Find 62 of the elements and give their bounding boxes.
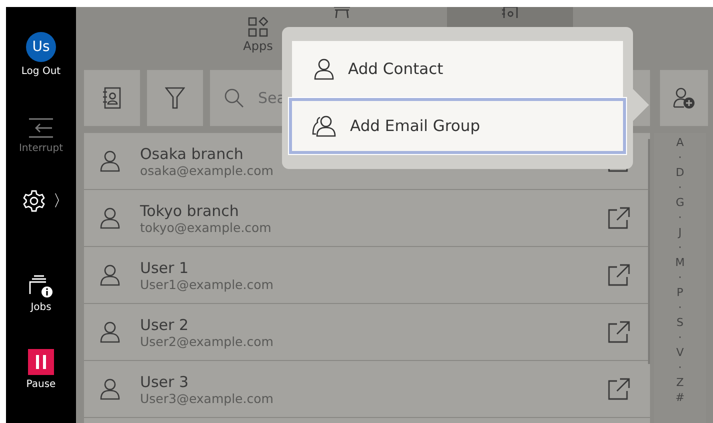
index-letter[interactable]: S	[676, 315, 684, 330]
interrupt-icon[interactable]	[28, 117, 54, 139]
contact-email: User3@example.com	[140, 390, 274, 406]
index-letter[interactable]: ·	[678, 240, 682, 255]
search-icon	[224, 88, 244, 108]
address-book-icon	[102, 87, 122, 109]
open-external-icon[interactable]	[608, 207, 630, 229]
index-letter[interactable]: V	[676, 345, 684, 360]
index-letter[interactable]: ·	[678, 180, 682, 195]
index-letter[interactable]: Z	[676, 375, 684, 390]
index-letter[interactable]: ·	[678, 300, 682, 315]
contact-email: tokyo@example.com	[140, 220, 272, 234]
open-external-icon[interactable]	[608, 321, 630, 343]
contact-name: Tokyo branch	[140, 202, 240, 220]
contact-name: Osaka branch	[140, 144, 244, 162]
chevron-icon[interactable]: 〉	[53, 190, 69, 212]
contact-name: User 2	[140, 316, 190, 334]
person-icon	[100, 321, 120, 343]
add-person-icon	[673, 87, 695, 109]
index-letter[interactable]: #	[675, 390, 685, 405]
user-avatar[interactable]: Us	[26, 32, 56, 62]
person-icon	[100, 207, 120, 229]
open-external-icon[interactable]	[608, 378, 630, 400]
index-letter[interactable]: A	[676, 135, 684, 150]
pause-label[interactable]: Pause	[26, 379, 56, 390]
index-letter[interactable]: D	[676, 165, 684, 180]
index-letter[interactable]: P	[676, 285, 684, 300]
index-letter[interactable]: ·	[678, 330, 682, 345]
filter-icon	[165, 87, 185, 109]
contact-name: User 3	[140, 372, 190, 390]
contact-email: User2@example.com	[140, 334, 274, 348]
index-letter[interactable]: ·	[678, 210, 682, 225]
address-book-button[interactable]	[84, 70, 140, 126]
jobs-label[interactable]: Jobs	[30, 302, 52, 313]
pause-icon[interactable]	[28, 349, 54, 375]
index-letter[interactable]: M	[675, 255, 685, 270]
menu-item[interactable]: Add Email Group	[289, 98, 626, 154]
person-icon	[100, 150, 120, 172]
person-icon	[314, 58, 334, 80]
index-letter[interactable]: ·	[678, 270, 682, 285]
contact-email: osaka@example.com	[140, 162, 274, 178]
log-out-label[interactable]: Log Out	[21, 66, 61, 77]
index-letter[interactable]: J	[678, 225, 682, 240]
index-letter[interactable]: ·	[678, 150, 682, 165]
jobs-icon[interactable]	[29, 274, 53, 298]
menu-item[interactable]: Add Contact	[292, 41, 623, 97]
person-icon	[100, 378, 120, 400]
address-book-icon	[501, 7, 519, 18]
apps-icon	[248, 16, 268, 36]
add-contact-button[interactable]	[660, 70, 708, 126]
interrupt-label: Interrupt	[18, 143, 63, 154]
filter-button[interactable]	[147, 70, 203, 126]
people-icon	[312, 115, 336, 137]
contact-email: User1@example.com	[140, 276, 274, 292]
contact-row[interactable]: User 3 User3@example.com	[84, 361, 650, 418]
open-external-icon[interactable]	[608, 264, 630, 286]
person-icon	[100, 264, 120, 286]
index-letter[interactable]: G	[676, 195, 684, 210]
stool-icon	[333, 7, 351, 18]
settings-icon[interactable]	[23, 190, 45, 212]
contact-name: User 1	[140, 258, 190, 276]
index-letter[interactable]: ·	[678, 360, 682, 375]
